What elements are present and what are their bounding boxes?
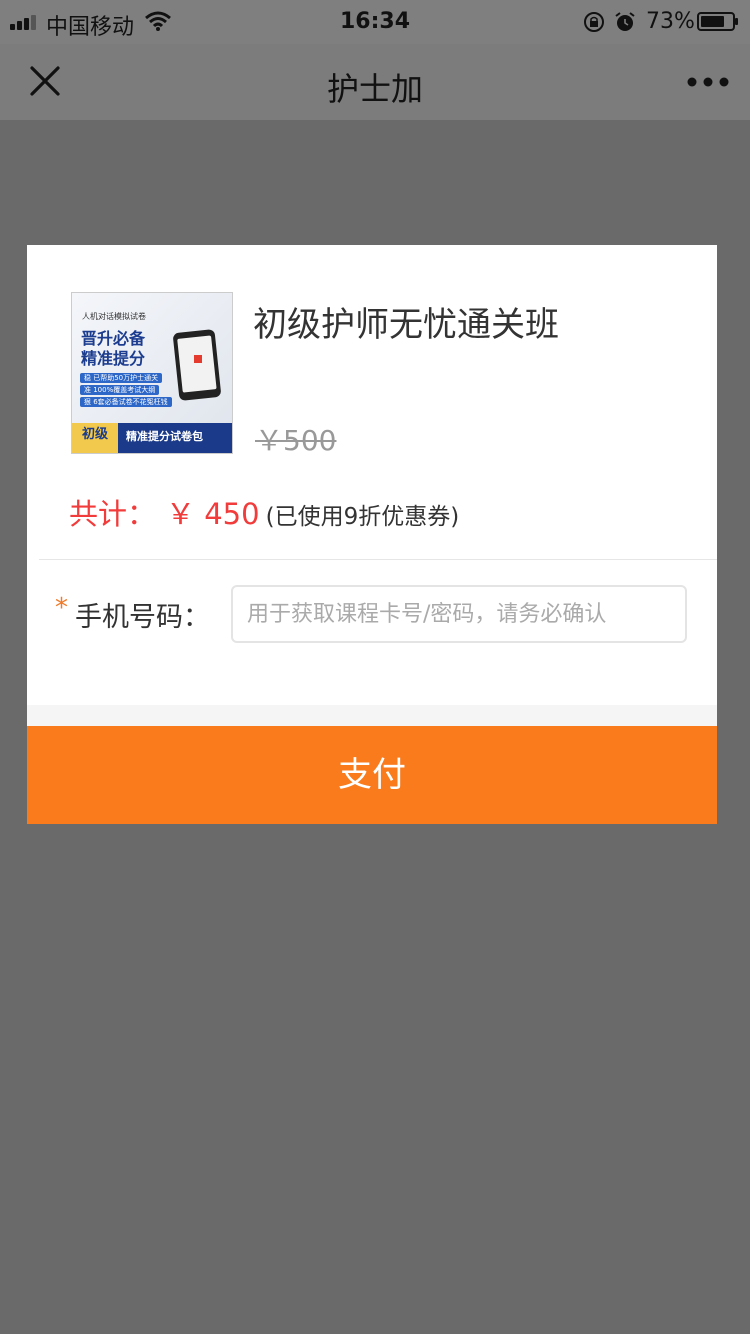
rotation-lock-icon	[584, 12, 604, 32]
thumbnail-banner-text: 精准提分试卷包	[126, 430, 203, 443]
page-title: 护士加	[326, 70, 423, 108]
alarm-icon	[615, 12, 635, 31]
original-price: ￥500	[255, 424, 337, 457]
more-options-icon[interactable]	[686, 76, 730, 88]
thumbnail-pill: 狠 6套必备试卷不花冤枉钱	[80, 397, 172, 407]
thumbnail-pill: 准 100%覆盖考试大纲	[80, 385, 160, 395]
total-amount: ￥ 450	[166, 497, 260, 531]
pay-button[interactable]: 支付	[27, 726, 717, 824]
dialog-footer-gap	[27, 705, 717, 726]
app-logo-icon	[194, 355, 202, 363]
divider	[39, 559, 717, 560]
thumbnail-headline-2: 精准提分	[81, 349, 146, 368]
status-bar: 中国移动 16:34 73%	[0, 0, 750, 44]
thumbnail-tag: 人机对话模拟试卷	[82, 312, 146, 321]
total-row: 共计： ￥ 450 (已使用9折优惠券)	[69, 491, 459, 533]
thumbnail-level: 初级	[72, 423, 118, 453]
battery-percent: 73%	[646, 9, 695, 34]
coupon-note: (已使用9折优惠券)	[265, 504, 460, 530]
phone-illustration	[172, 328, 222, 402]
phone-number-input[interactable]	[231, 585, 687, 643]
phone-label: 手机号码：	[75, 602, 210, 633]
thumbnail-pill: 稳 已帮助50万护士通关	[80, 373, 163, 383]
product-title: 初级护师无忧通关班	[253, 305, 559, 345]
total-label: 共计：	[69, 497, 157, 531]
product-thumbnail: 人机对话模拟试卷 晋升必备 精准提分 稳 已帮助50万护士通关 准 100%覆盖…	[71, 292, 233, 454]
status-time: 16:34	[339, 9, 411, 34]
purchase-dialog: 人机对话模拟试卷 晋升必备 精准提分 稳 已帮助50万护士通关 准 100%覆盖…	[27, 245, 717, 705]
required-mark: *	[55, 593, 68, 623]
phone-field-row: * 手机号码：	[55, 585, 705, 645]
battery-icon	[697, 12, 738, 31]
nav-bar: 护士加	[0, 44, 750, 120]
